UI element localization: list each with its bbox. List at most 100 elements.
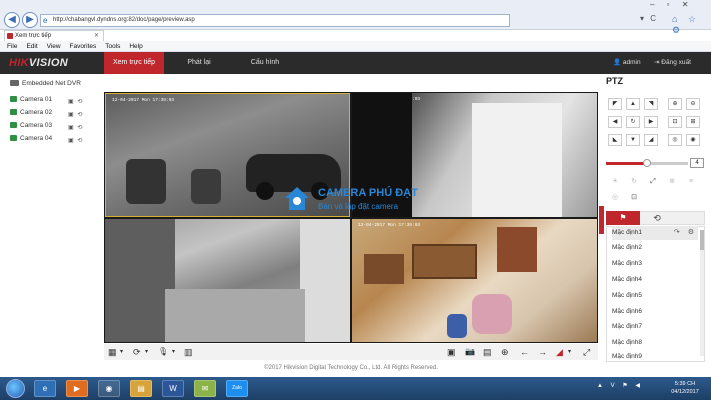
zoom-in-icon[interactable]: ⊕ (668, 98, 682, 110)
ptz-speed-handle[interactable] (643, 159, 651, 167)
record-icon[interactable]: ▤ (483, 346, 492, 358)
menu-help[interactable]: Help (129, 41, 142, 52)
camera-record-icons[interactable]: ▣ ⟲ (68, 136, 83, 146)
ptz-left-button[interactable]: ◀ (608, 116, 622, 128)
system-tray-icons[interactable]: ▲ V ⚑ ◀ (597, 382, 643, 389)
hikvision-tab-icon (7, 33, 13, 39)
menu-view[interactable]: View (47, 41, 61, 52)
window-controls[interactable]: – ▫ ✕ (650, 0, 693, 9)
logout-button[interactable]: ⇥ Đăng xuất (654, 52, 691, 74)
taskbar-zalo-icon[interactable]: Zalo (226, 380, 248, 397)
ptz-right-button[interactable]: ▶ (644, 116, 658, 128)
preset-item[interactable]: Mặc định5 (612, 289, 698, 303)
ptz-auto-button[interactable]: ↻ (626, 116, 640, 128)
stream-icon[interactable]: ⟳ (133, 346, 141, 358)
capture-icon[interactable]: 📷 (465, 346, 475, 358)
next-page-icon[interactable]: → (538, 346, 547, 358)
preset-tab[interactable]: ⚑ (606, 211, 640, 225)
taskbar-mail-icon[interactable]: ✉ (194, 380, 216, 397)
preset-item[interactable]: Mặc định2 (612, 241, 698, 255)
stop-all-icon[interactable]: ▣ (447, 346, 456, 358)
fullscreen-icon[interactable]: ⤢ (583, 346, 590, 358)
browser-tab[interactable]: Xem trực tiếp ✕ (4, 30, 104, 41)
ptz-up-right-button[interactable]: ◥ (644, 98, 658, 110)
ptz-up-left-button[interactable]: ◤ (608, 98, 622, 110)
forward-icon[interactable]: ▶ (22, 12, 38, 28)
preset-item[interactable]: Mặc định7 (612, 320, 698, 334)
chevron-down-icon[interactable]: ▾ (172, 346, 175, 358)
taskbar-ie-icon[interactable]: e (34, 380, 56, 397)
tab-configuration[interactable]: Cấu hình (238, 52, 292, 74)
user-menu[interactable]: 👤 admin (613, 52, 641, 74)
ptz-down-right-button[interactable]: ◢ (644, 134, 658, 146)
taskbar-word-icon[interactable]: W (162, 380, 184, 397)
preset-item[interactable]: Mặc định3 (612, 257, 698, 271)
chevron-down-icon[interactable]: ▾ (145, 346, 148, 358)
menu-favorites[interactable]: Favorites (70, 41, 97, 52)
copyright-footer: ©2017 Hikvision Digital Technology Co., … (264, 365, 438, 371)
address-tools[interactable]: ▾ C (640, 14, 658, 23)
ptz-down-left-button[interactable]: ◣ (608, 134, 622, 146)
menu-tools[interactable]: Tools (105, 41, 120, 52)
address-bar[interactable]: e http://chabangvl.dyndns.org:82/doc/pag… (40, 14, 510, 27)
preset-item[interactable]: Mặc định9 (612, 350, 698, 364)
preset-label: Mặc định1 (612, 229, 642, 236)
camera-record-icons[interactable]: ▣ ⟲ (68, 110, 83, 120)
taskbar-clock[interactable]: 5:39 CH 04/12/2017 (664, 380, 706, 396)
window-shape (300, 219, 350, 342)
menu-icon[interactable]: ≡ (684, 176, 698, 188)
camera-item[interactable]: Camera 02 ▣ ⟲ (10, 108, 90, 118)
camera-item[interactable]: Camera 04 ▣ ⟲ (10, 134, 90, 144)
dvr-label: Embedded Net DVR (22, 80, 81, 87)
preset-item[interactable]: Mặc định1 ↷ ⚙ (612, 226, 698, 240)
ptz-down-button[interactable]: ▼ (626, 134, 640, 146)
preset-item[interactable]: Mặc định4 (612, 273, 698, 287)
camera-record-icons[interactable]: ▣ ⟲ (68, 97, 83, 107)
volume-icon[interactable]: ◢ (556, 346, 563, 358)
patrol-tab[interactable]: ⟲ (645, 211, 669, 225)
microphone-icon[interactable]: 🎙 (158, 346, 168, 358)
start-button[interactable] (6, 379, 25, 398)
center-icon[interactable]: ⊕ (665, 176, 679, 188)
iris-close-icon[interactable]: ◉ (686, 134, 700, 146)
tab-playback[interactable]: Phát lại (176, 52, 222, 74)
light-icon[interactable]: ☀ (608, 176, 622, 188)
video-tile-1[interactable]: 12-04-2017 Mon 17:39:03 (105, 93, 350, 217)
previous-page-icon[interactable]: ← (520, 346, 529, 358)
preset-item[interactable]: Mặc định6 (612, 305, 698, 319)
menu-file[interactable]: File (7, 41, 17, 52)
camera-item[interactable]: Camera 01 ▣ ⟲ (10, 95, 90, 105)
focus-near-icon[interactable]: ⊡ (668, 116, 682, 128)
lens-init-icon[interactable]: ◎ (608, 192, 622, 204)
wiper-icon[interactable]: ↻ (627, 176, 641, 188)
video-tile-3[interactable]: 12-04-2017 Mon 17:39:03 (105, 219, 350, 342)
taskbar-media-icon[interactable]: ▶ (66, 380, 88, 397)
focus-far-icon[interactable]: ⊞ (686, 116, 700, 128)
menu-edit[interactable]: Edit (26, 41, 37, 52)
digital-zoom-icon[interactable]: ⊕ (501, 346, 509, 358)
manual-track-icon[interactable]: ⊡ (627, 192, 641, 204)
camera-item[interactable]: Camera 03 ▣ ⟲ (10, 121, 90, 131)
3d-zoom-icon[interactable]: ⤢ (646, 176, 660, 188)
dvr-node[interactable]: Embedded Net DVR (10, 80, 81, 87)
tab-close-icon[interactable]: ✕ (94, 31, 99, 41)
zoom-out-icon[interactable]: ⊖ (686, 98, 700, 110)
back-icon[interactable]: ◀ (4, 12, 20, 28)
preset-item[interactable]: Mặc định8 (612, 336, 698, 350)
window-split-icon[interactable]: ▦ (108, 346, 117, 358)
video-tile-4[interactable]: 12-04-2017 Mon 17:39:03 (352, 219, 597, 342)
chevron-down-icon[interactable]: ▾ (568, 346, 571, 358)
home-favorites-settings-icons[interactable]: ⌂ ☆ ⚙ (672, 14, 711, 36)
tab-live-view[interactable]: Xem trực tiếp (104, 52, 164, 74)
preset-call-settings-icons[interactable]: ↷ ⚙ (674, 226, 697, 240)
taskbar-chrome-icon[interactable]: ◉ (98, 380, 120, 397)
camera-label: Camera 03 (20, 122, 53, 129)
chevron-down-icon[interactable]: ▾ (120, 346, 123, 358)
view-all-icon[interactable]: ▥ (184, 346, 193, 358)
ptz-up-button[interactable]: ▲ (626, 98, 640, 110)
taskbar-explorer-icon[interactable]: ▤ (130, 380, 152, 397)
panel-collapse-handle[interactable] (599, 206, 604, 234)
iris-open-icon[interactable]: ◎ (668, 134, 682, 146)
preset-scrollbar-thumb[interactable] (700, 230, 704, 250)
camera-record-icons[interactable]: ▣ ⟲ (68, 123, 83, 133)
